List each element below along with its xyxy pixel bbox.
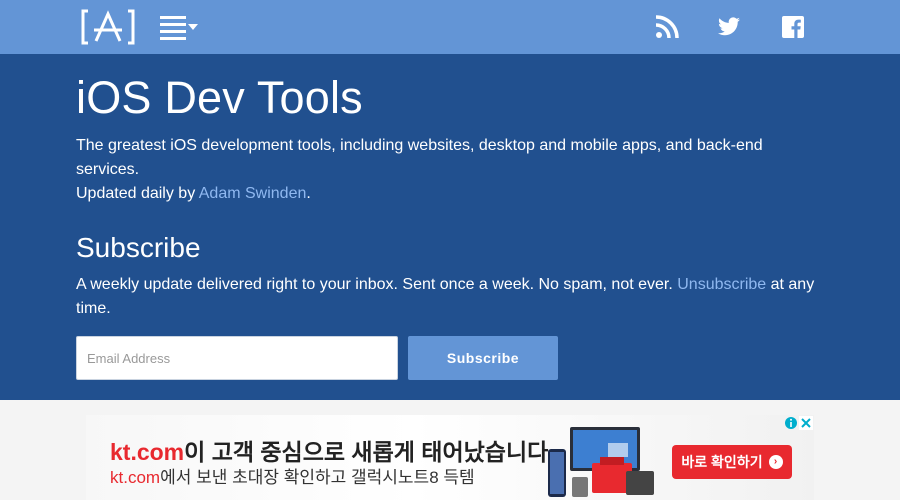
- subscribe-heading: Subscribe: [76, 232, 201, 263]
- ad-subline-text: 에서 보낸 초대장 확인하고 갤럭시노트8 득템: [160, 468, 475, 487]
- subscribe-description: A weekly update delivered right to your …: [76, 273, 816, 321]
- ad-subline: kt.com에서 보낸 초대장 확인하고 갤럭시노트8 득템: [110, 463, 475, 488]
- page-title: iOS Dev Tools: [76, 72, 363, 123]
- site-tagline: The greatest iOS development tools, incl…: [76, 134, 816, 206]
- updated-suffix: .: [306, 185, 311, 202]
- app-store-bracket-logo-icon[interactable]: [80, 8, 136, 46]
- updated-prefix: Updated daily by: [76, 185, 199, 202]
- ad-headline-text: 이 고객 중심으로 새롭게 태어났습니다: [184, 439, 549, 465]
- unsubscribe-link[interactable]: Unsubscribe: [677, 276, 766, 293]
- ad-brand: kt.com: [110, 439, 185, 465]
- ad-cta-button[interactable]: 바로 확인하기 ›: [672, 445, 792, 479]
- hero-section: iOS Dev Tools The greatest iOS developme…: [0, 54, 900, 400]
- top-navbar: [0, 0, 900, 54]
- twitter-icon[interactable]: [716, 14, 742, 40]
- author-link[interactable]: Adam Swinden: [199, 185, 307, 202]
- close-icon[interactable]: [799, 416, 813, 430]
- ad-brand-secondary: kt.com: [110, 468, 161, 487]
- rss-icon[interactable]: [654, 14, 680, 40]
- facebook-icon[interactable]: [780, 14, 806, 40]
- ad-devices-illustration: [548, 427, 654, 497]
- email-field[interactable]: [76, 336, 398, 380]
- adchoices-info-icon[interactable]: [784, 416, 798, 430]
- chevron-right-icon: ›: [768, 455, 783, 469]
- subscribe-button[interactable]: Subscribe: [408, 336, 558, 380]
- hamburger-menu-icon[interactable]: [158, 14, 202, 42]
- ad-headline: kt.com이 고객 중심으로 새롭게 태어났습니다: [110, 433, 548, 467]
- subscribe-desc-text: A weekly update delivered right to your …: [76, 276, 678, 293]
- tagline-text: The greatest iOS development tools, incl…: [76, 137, 763, 178]
- ad-banner[interactable]: kt.com이 고객 중심으로 새롭게 태어났습니다 kt.com에서 보낸 초…: [86, 415, 814, 500]
- ad-cta-label: 바로 확인하기: [681, 454, 763, 470]
